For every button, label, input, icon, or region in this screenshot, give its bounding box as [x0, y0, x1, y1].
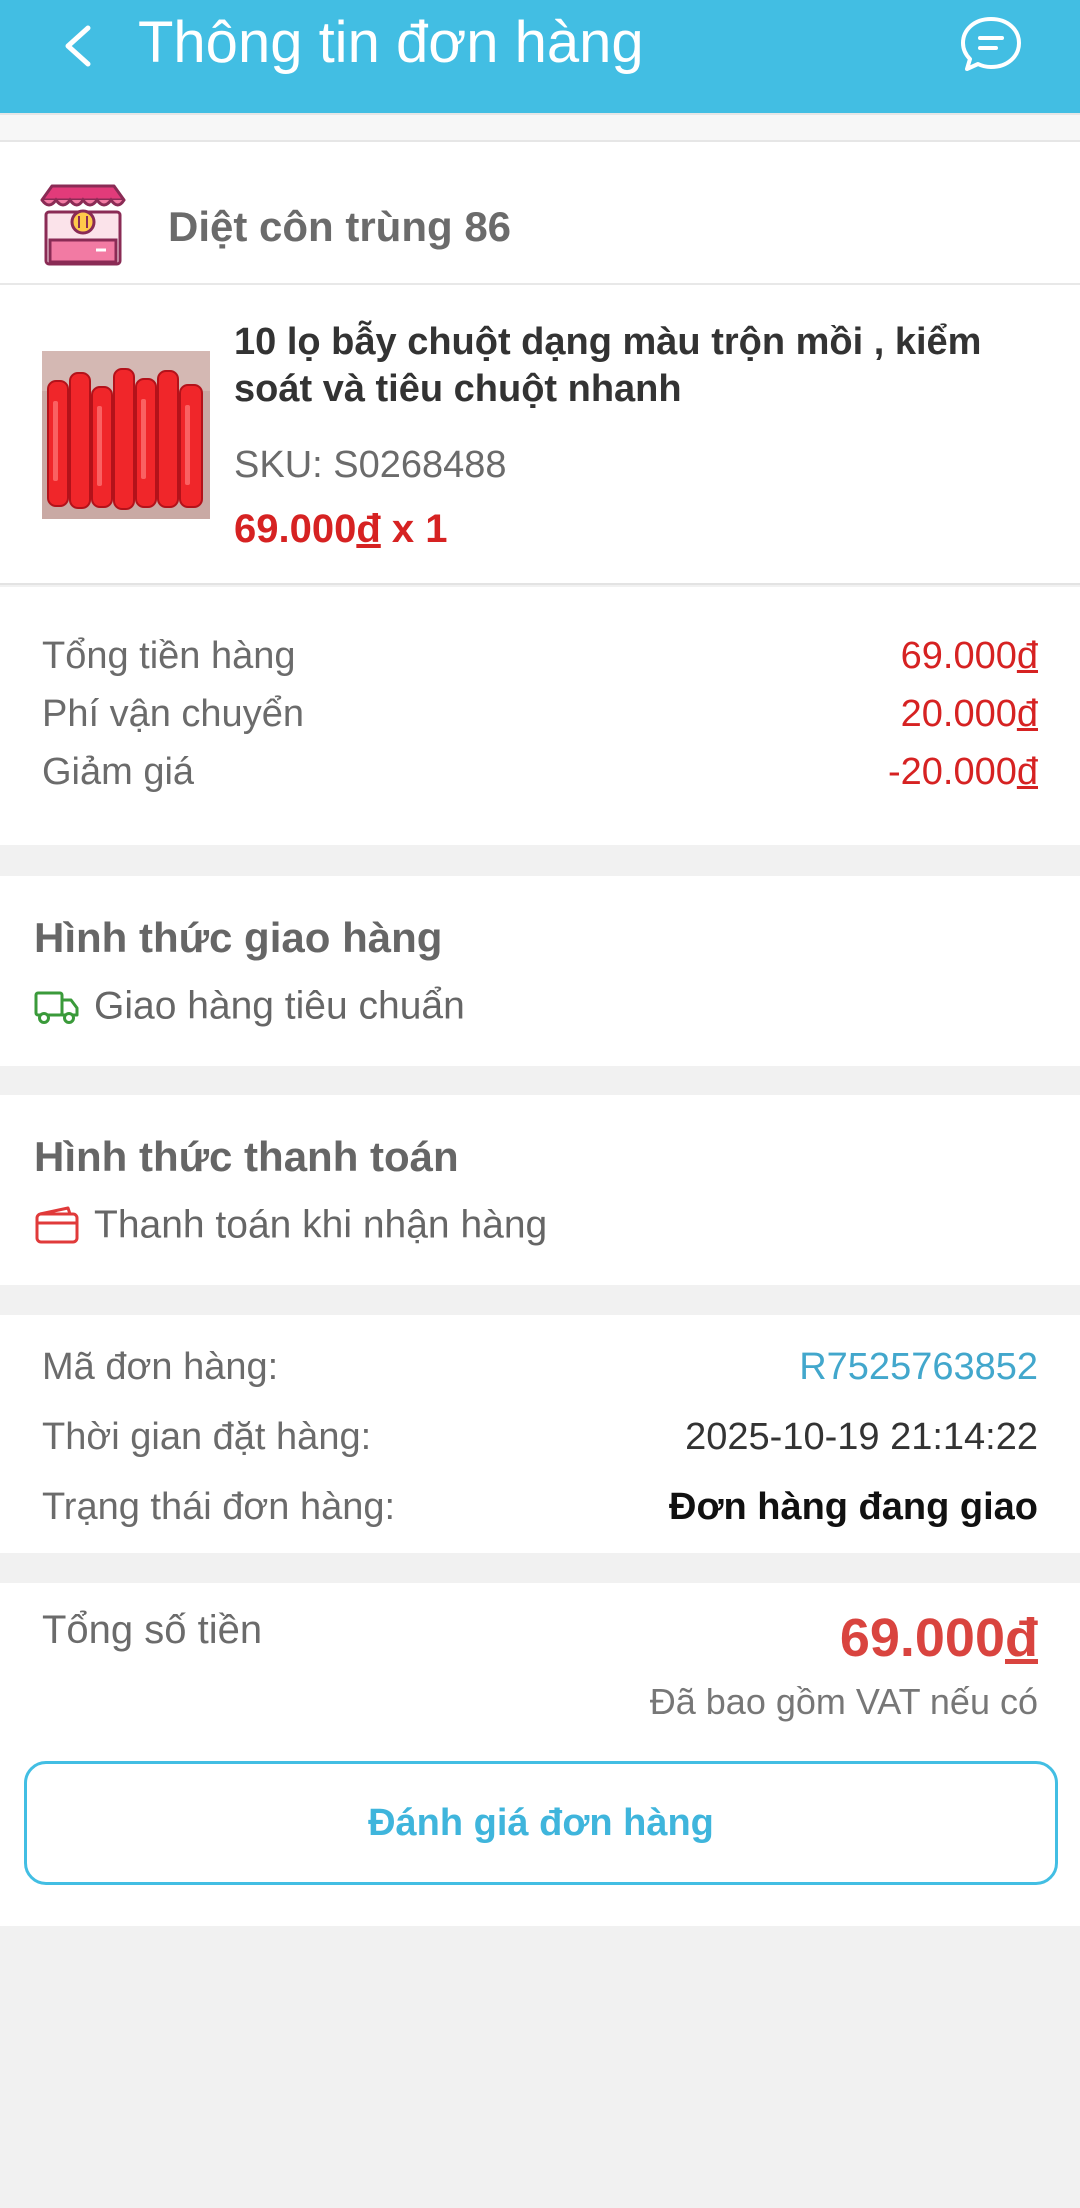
header-divider — [0, 113, 1080, 142]
summary-row-shipping-fee: Phí vận chuyển 20.000đ — [42, 689, 1038, 739]
order-status-value: Đơn hàng đang giao — [669, 1486, 1038, 1528]
shipping-method-row: Giao hàng tiêu chuẩn — [34, 980, 465, 1030]
shop-stall-icon — [40, 182, 126, 268]
review-order-button[interactable]: Đánh giá đơn hàng — [24, 1761, 1058, 1885]
payment-method-row: Thanh toán khi nhận hàng — [34, 1199, 547, 1249]
order-info-section: Mã đơn hàng: R7525763852 Thời gian đặt h… — [0, 1315, 1080, 1553]
payment-method-title: Hình thức thanh toán — [34, 1133, 459, 1180]
wallet-icon — [35, 1206, 79, 1244]
subtotal-label: Tổng tiền hàng — [42, 635, 296, 677]
vat-note: Đã bao gồm VAT nếu có — [649, 1681, 1038, 1722]
total-label: Tổng số tiền — [42, 1608, 263, 1652]
product-price-currency: đ — [356, 507, 381, 551]
truck-icon — [34, 991, 79, 1024]
shipping-method-title: Hình thức giao hàng — [34, 914, 443, 961]
summary-row-subtotal: Tổng tiền hàng 69.000đ — [42, 631, 1038, 681]
total-amount: 69.000 — [839, 1608, 1005, 1668]
price-summary: Tổng tiền hàng 69.000đ Phí vận chuyển 20… — [0, 587, 1080, 845]
order-time-value: 2025-10-19 21:14:22 — [685, 1416, 1038, 1458]
chat-button[interactable] — [958, 14, 1024, 74]
product-price-amount: 69.000 — [234, 507, 357, 551]
shipping-method-text: Giao hàng tiêu chuẩn — [94, 984, 465, 1028]
total-currency: đ — [1005, 1608, 1038, 1668]
discount-value: -20.000đ — [887, 751, 1038, 793]
discount-label: Giảm giá — [42, 751, 195, 793]
shipping-fee-label: Phí vận chuyển — [42, 693, 304, 735]
subtotal-value: 69.000đ — [900, 635, 1038, 677]
order-code-row: Mã đơn hàng: R7525763852 — [42, 1341, 1038, 1393]
order-code-value[interactable]: R7525763852 — [799, 1341, 1038, 1393]
order-time-label: Thời gian đặt hàng: — [42, 1416, 372, 1458]
shipping-method-section: Hình thức giao hàng Giao hàng tiêu chuẩn — [0, 876, 1080, 1066]
payment-method-text: Thanh toán khi nhận hàng — [94, 1203, 548, 1247]
chat-bubble-icon — [961, 17, 1021, 71]
product-item[interactable]: 10 lọ bẫy chuột dạng màu trộn mồi , kiểm… — [0, 285, 1080, 585]
product-quantity: x 1 — [380, 507, 448, 551]
product-name: 10 lọ bẫy chuột dạng màu trộn mồi , kiểm… — [234, 321, 982, 410]
shop-name: Diệt côn trùng 86 — [168, 203, 512, 250]
order-status-label: Trạng thái đơn hàng: — [42, 1486, 396, 1528]
product-image — [42, 351, 210, 519]
order-status-row: Trạng thái đơn hàng: Đơn hàng đang giao — [42, 1481, 1038, 1533]
shop-row[interactable]: Diệt côn trùng 86 — [0, 142, 1080, 285]
total-value: 69.000đ — [840, 1605, 1038, 1671]
page-title: Thông tin đơn hàng — [138, 10, 644, 75]
shipping-fee-value: 20.000đ — [900, 693, 1038, 735]
product-sku: SKU: S0268488 — [234, 444, 507, 486]
summary-row-discount: Giảm giá -20.000đ — [42, 747, 1038, 797]
chevron-left-icon — [65, 25, 91, 67]
order-time-row: Thời gian đặt hàng: 2025-10-19 21:14:22 — [42, 1411, 1038, 1463]
payment-method-section: Hình thức thanh toán Thanh toán khi nhận… — [0, 1095, 1080, 1285]
back-button[interactable] — [58, 18, 102, 74]
app-header: Thông tin đơn hàng — [0, 0, 1080, 113]
order-code-label: Mã đơn hàng: — [42, 1346, 279, 1388]
product-price: 69.000đ x 1 — [234, 505, 448, 553]
total-section: Tổng số tiền 69.000đ Đã bao gồm VAT nếu … — [0, 1583, 1080, 1926]
